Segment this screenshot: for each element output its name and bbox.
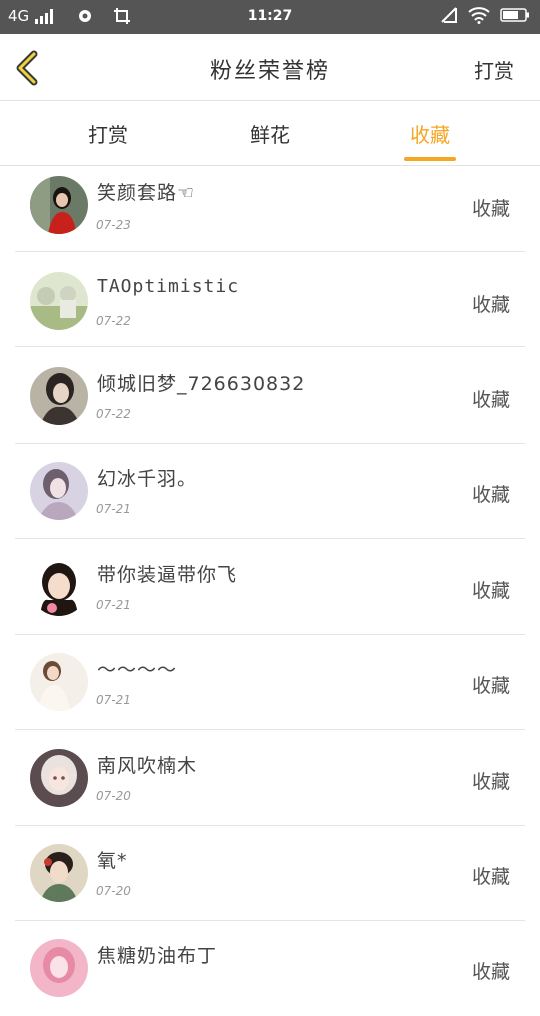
fan-name: 幻冰千羽。: [97, 468, 198, 490]
fan-date: 07-20: [96, 884, 131, 898]
fan-name: 带你装逼带你飞: [97, 564, 238, 586]
list-item[interactable]: ～～～～ 07-21 收藏: [0, 635, 540, 730]
avatar: [30, 176, 88, 234]
list-item[interactable]: 焦糖奶油布丁 收藏: [0, 921, 540, 1016]
mute-icon: [441, 7, 457, 23]
list-item[interactable]: 南风吹楠木 07-20 收藏: [0, 731, 540, 826]
tab-flowers[interactable]: 鲜花: [220, 119, 320, 148]
reward-button[interactable]: 打赏: [474, 55, 514, 84]
fan-date: 07-23: [96, 218, 131, 232]
fan-action-label: 收藏: [471, 580, 510, 602]
divider: [15, 346, 525, 347]
avatar: [30, 462, 88, 520]
battery-icon: [500, 8, 529, 22]
avatar: [30, 749, 88, 807]
fan-action-label: 收藏: [471, 675, 510, 697]
list-item[interactable]: TAOptimistic 07-22 收藏: [0, 252, 540, 347]
fan-action-label: 收藏: [471, 198, 510, 220]
nav-bar: 粉丝荣誉榜 打赏: [0, 34, 540, 101]
fan-action-label: 收藏: [471, 294, 510, 316]
status-bar: 4G 11:27: [0, 0, 540, 34]
avatar: [30, 653, 88, 711]
list-item[interactable]: 氧* 07-20 收藏: [0, 826, 540, 921]
fan-date: 07-22: [96, 314, 131, 328]
fan-name: 倾城旧梦_726630832: [97, 373, 306, 395]
fan-name: 焦糖奶油布丁: [97, 945, 218, 967]
tab-bar: 打赏 鲜花 收藏: [0, 101, 540, 166]
fan-date: 07-20: [96, 789, 131, 803]
fan-action-label: 收藏: [471, 961, 510, 983]
list-item[interactable]: 倾城旧梦_726630832 07-22 收藏: [0, 349, 540, 444]
fan-date: 07-21: [96, 693, 131, 707]
fan-name: TAOptimistic: [97, 276, 240, 297]
divider: [15, 538, 525, 539]
tab-collect[interactable]: 收藏: [380, 119, 480, 148]
page-title: 粉丝荣誉榜: [209, 59, 330, 84]
list-item[interactable]: 笑颜套路☜ 07-23 收藏: [0, 166, 540, 261]
fan-date: 07-22: [96, 407, 131, 421]
fan-name: ～～～～: [97, 659, 178, 681]
avatar: [30, 558, 88, 616]
fan-name: 南风吹楠木: [97, 755, 198, 777]
list-item[interactable]: 幻冰千羽。 07-21 收藏: [0, 444, 540, 539]
avatar: [30, 939, 88, 997]
avatar: [30, 844, 88, 902]
fan-action-label: 收藏: [471, 389, 510, 411]
avatar: [30, 272, 88, 330]
fan-action-label: 收藏: [471, 866, 510, 888]
status-right: [440, 6, 530, 24]
fan-action-label: 收藏: [471, 771, 510, 793]
fan-date: 07-21: [96, 502, 131, 516]
fan-date: 07-21: [96, 598, 131, 612]
fan-action-label: 收藏: [471, 484, 510, 506]
tab-reward[interactable]: 打赏: [58, 119, 158, 148]
active-tab-indicator: [404, 157, 456, 161]
fan-name: 笑颜套路☜: [97, 182, 196, 204]
divider: [15, 729, 525, 730]
avatar: [30, 367, 88, 425]
wifi-icon: [468, 7, 490, 24]
list-item[interactable]: 带你装逼带你飞 07-21 收藏: [0, 540, 540, 635]
fan-name: 氧*: [97, 850, 128, 872]
